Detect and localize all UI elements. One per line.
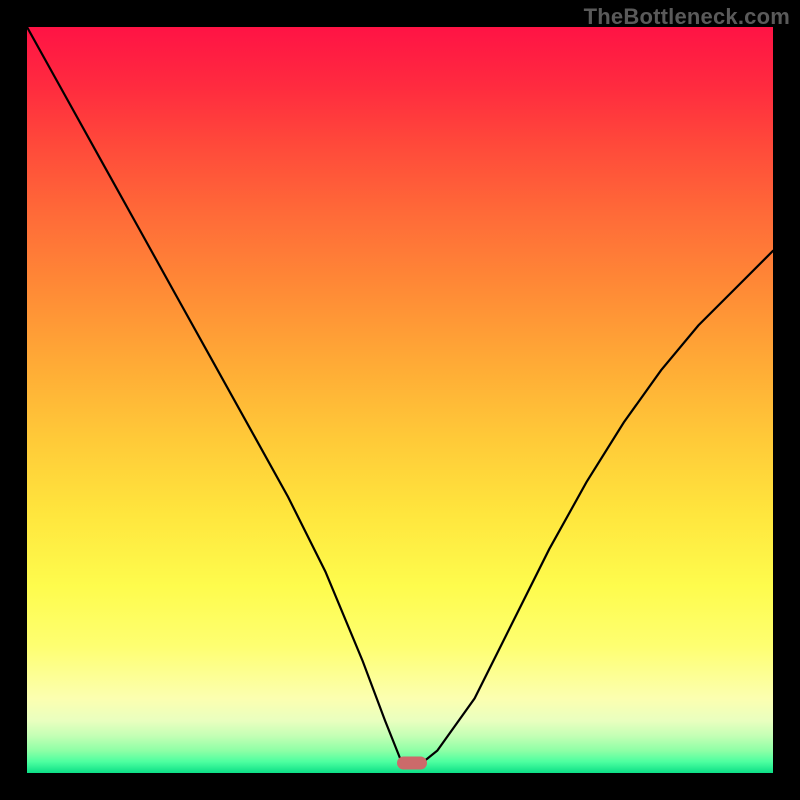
curve-path bbox=[27, 27, 773, 763]
watermark-text: TheBottleneck.com bbox=[584, 4, 790, 30]
chart-frame: TheBottleneck.com bbox=[0, 0, 800, 800]
bottleneck-curve bbox=[27, 27, 773, 773]
optimal-marker-icon bbox=[397, 757, 427, 770]
plot-area bbox=[27, 27, 773, 773]
